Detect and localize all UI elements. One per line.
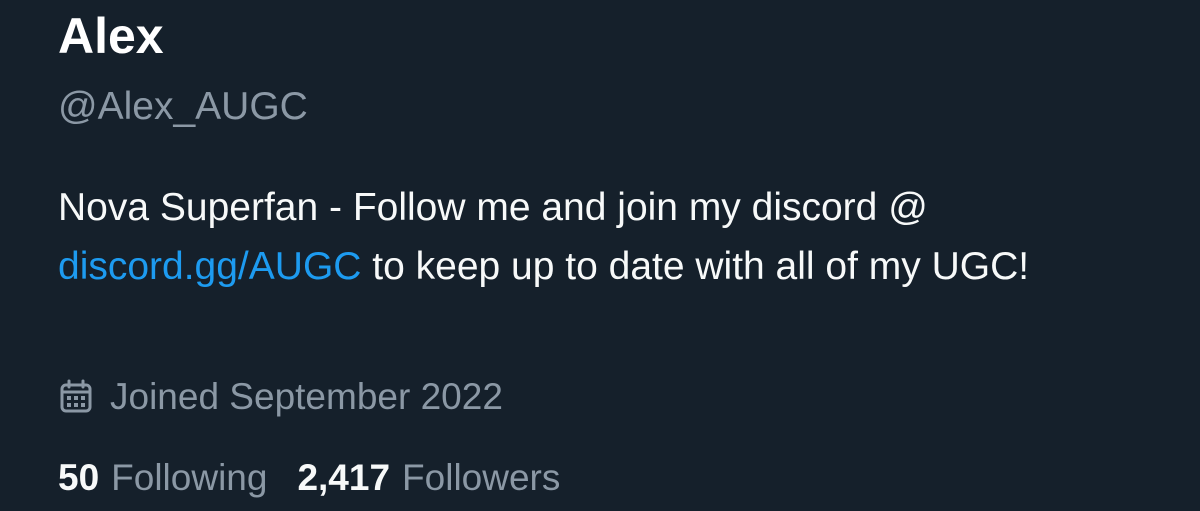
followers-count: 2,417 (297, 457, 391, 498)
bio-text-before: Nova Superfan - Follow me and join my di… (58, 186, 928, 229)
follow-stats: 50 Following 2,417 Followers (58, 455, 590, 501)
discord-link[interactable]: discord.gg/AUGC (58, 245, 361, 288)
following-link[interactable]: 50 Following (58, 455, 267, 501)
bio-text-after: to keep up to date with all of my UGC! (361, 245, 1030, 288)
join-date: Joined September 2022 (58, 374, 503, 420)
followers-label: Followers (402, 457, 561, 498)
following-label: Following (111, 457, 268, 498)
display-name: Alex (58, 8, 164, 64)
calendar-icon (58, 379, 94, 415)
followers-link[interactable]: 2,417 Followers (297, 455, 560, 501)
join-date-text: Joined September 2022 (110, 376, 503, 417)
user-handle: @Alex_AUGC (58, 85, 308, 128)
following-count: 50 (58, 457, 100, 498)
profile-bio: Nova Superfan - Follow me and join my di… (58, 178, 1138, 296)
